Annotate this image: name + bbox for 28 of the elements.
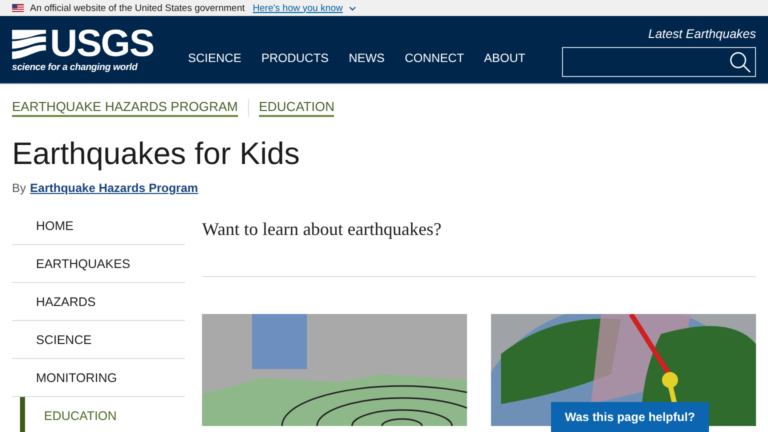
chevron-icon <box>348 6 356 10</box>
search-icon <box>729 50 751 72</box>
sidebar-item[interactable]: MONITORING <box>12 359 185 397</box>
author-link[interactable]: Earthquake Hazards Program <box>30 181 198 195</box>
nav-link[interactable]: PRODUCTS <box>261 50 329 64</box>
nav-link[interactable]: ABOUT <box>484 50 526 64</box>
wave-logo-icon <box>12 28 46 60</box>
sidebar-item[interactable]: EARTHQUAKES <box>12 245 185 283</box>
sidebar-item[interactable]: SCIENCE <box>12 321 185 359</box>
sidebar-item[interactable]: EDUCATION <box>20 397 185 432</box>
logo-tagline: science for a changing world <box>12 62 139 74</box>
flag-icon <box>12 4 24 12</box>
nav-link[interactable]: NEWS <box>348 50 385 64</box>
sidebar-item[interactable]: HOME <box>12 207 185 245</box>
page-title: Earthquakes for Kids <box>12 135 301 173</box>
intro-text: Want to learn about earthquakes? <box>202 219 442 240</box>
feedback-button[interactable]: Was this page helpful? <box>551 402 709 432</box>
byline-label: By <box>12 181 26 195</box>
how-you-know-link[interactable]: Here's how you know <box>252 2 343 14</box>
breadcrumb-link[interactable]: EDUCATION <box>258 99 334 117</box>
banner-text: An official website of the United States government <box>30 2 245 14</box>
nav-link[interactable]: SCIENCE <box>188 50 242 64</box>
breadcrumb-link[interactable]: EARTHQUAKE HAZARDS PROGRAM <box>12 99 238 117</box>
logo-text: USGS <box>50 26 155 62</box>
nav-link[interactable]: CONNECT <box>404 50 464 64</box>
search-field[interactable] <box>562 46 756 76</box>
latest-earthquakes-link[interactable]: Latest Earthquakes <box>648 26 756 40</box>
sidebar-item[interactable]: HAZARDS <box>12 283 185 321</box>
